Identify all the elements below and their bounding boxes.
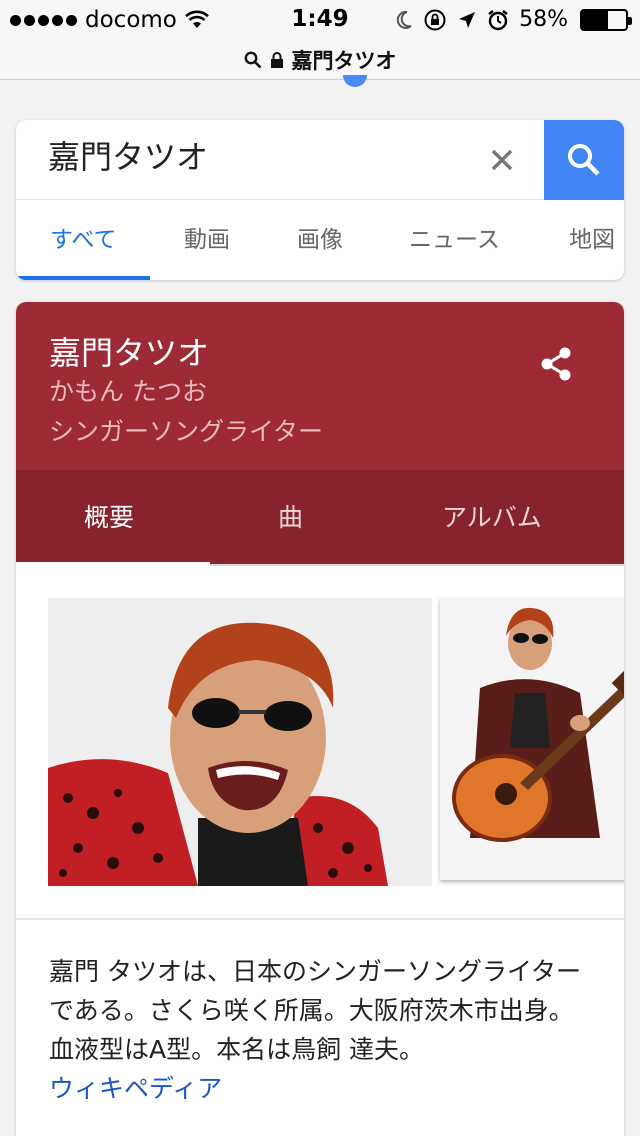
search-button[interactable] [544,120,624,200]
kp-header: 嘉門タツオ かもん たつお シンガーソングライター [16,302,624,470]
search-icon [568,144,600,176]
kp-tab-divider [210,564,624,566]
alarm-icon [488,9,508,30]
clear-search-button[interactable] [480,138,524,182]
tab-videos[interactable]: 動画 [184,200,230,280]
kp-description: シンガーソングライター [49,417,324,446]
battery-level-fill [582,10,608,29]
lock-icon [270,51,283,68]
kp-tab-songs[interactable]: 曲 [278,470,303,566]
search-card: すべて 動画 画像 ニュース 地図 [16,120,624,280]
search-icon [244,51,261,68]
portrait-photo-1[interactable] [48,598,432,886]
url-bar[interactable]: 嘉門タツオ [0,40,640,80]
battery-percent: 58% [519,7,568,32]
kp-reading: かもん たつお [49,377,207,406]
kp-tab-indicator [16,562,210,567]
search-row [16,120,624,200]
close-icon [491,149,513,171]
tab-maps[interactable]: 地図 [569,200,615,280]
url-text: 嘉門タツオ [291,48,397,73]
guitar-photo-2[interactable] [440,598,624,880]
battery-icon [580,8,632,31]
kp-tab-albums[interactable]: アルバム [442,470,542,566]
image-carousel [16,598,624,888]
status-bar: docomo 1:49 58% [0,0,640,40]
kp-tab-overview[interactable]: 概要 [84,470,134,566]
tab-images[interactable]: 画像 [297,200,343,280]
status-right: 58% [395,7,632,32]
share-icon[interactable] [536,344,576,384]
search-tabs: すべて 動画 画像 ニュース 地図 [16,200,624,280]
section-divider [16,918,624,920]
kp-summary: 嘉門 タツオは、日本のシンガーソングライターである。さくら咲く所属。大阪府茨木市… [49,952,597,1108]
kp-title: 嘉門タツオ [49,334,210,372]
tab-all[interactable]: すべて [16,200,152,280]
location-arrow-icon [459,11,476,28]
tab-news[interactable]: ニュース [409,200,500,280]
refresh-indicator [343,75,367,87]
wikipedia-link[interactable]: ウィキペディア [49,1069,597,1108]
knowledge-panel: 嘉門タツオ かもん たつお シンガーソングライター 概要 曲 アルバム 嘉門 タ… [16,302,624,1136]
search-input[interactable] [48,136,448,174]
rotation-lock-icon [424,9,446,30]
kp-summary-text: 嘉門 タツオは、日本のシンガーソングライターである。さくら咲く所属。大阪府茨木市… [49,957,581,1064]
moon-icon [396,10,412,29]
kp-tabs: 概要 曲 アルバム [16,470,624,566]
